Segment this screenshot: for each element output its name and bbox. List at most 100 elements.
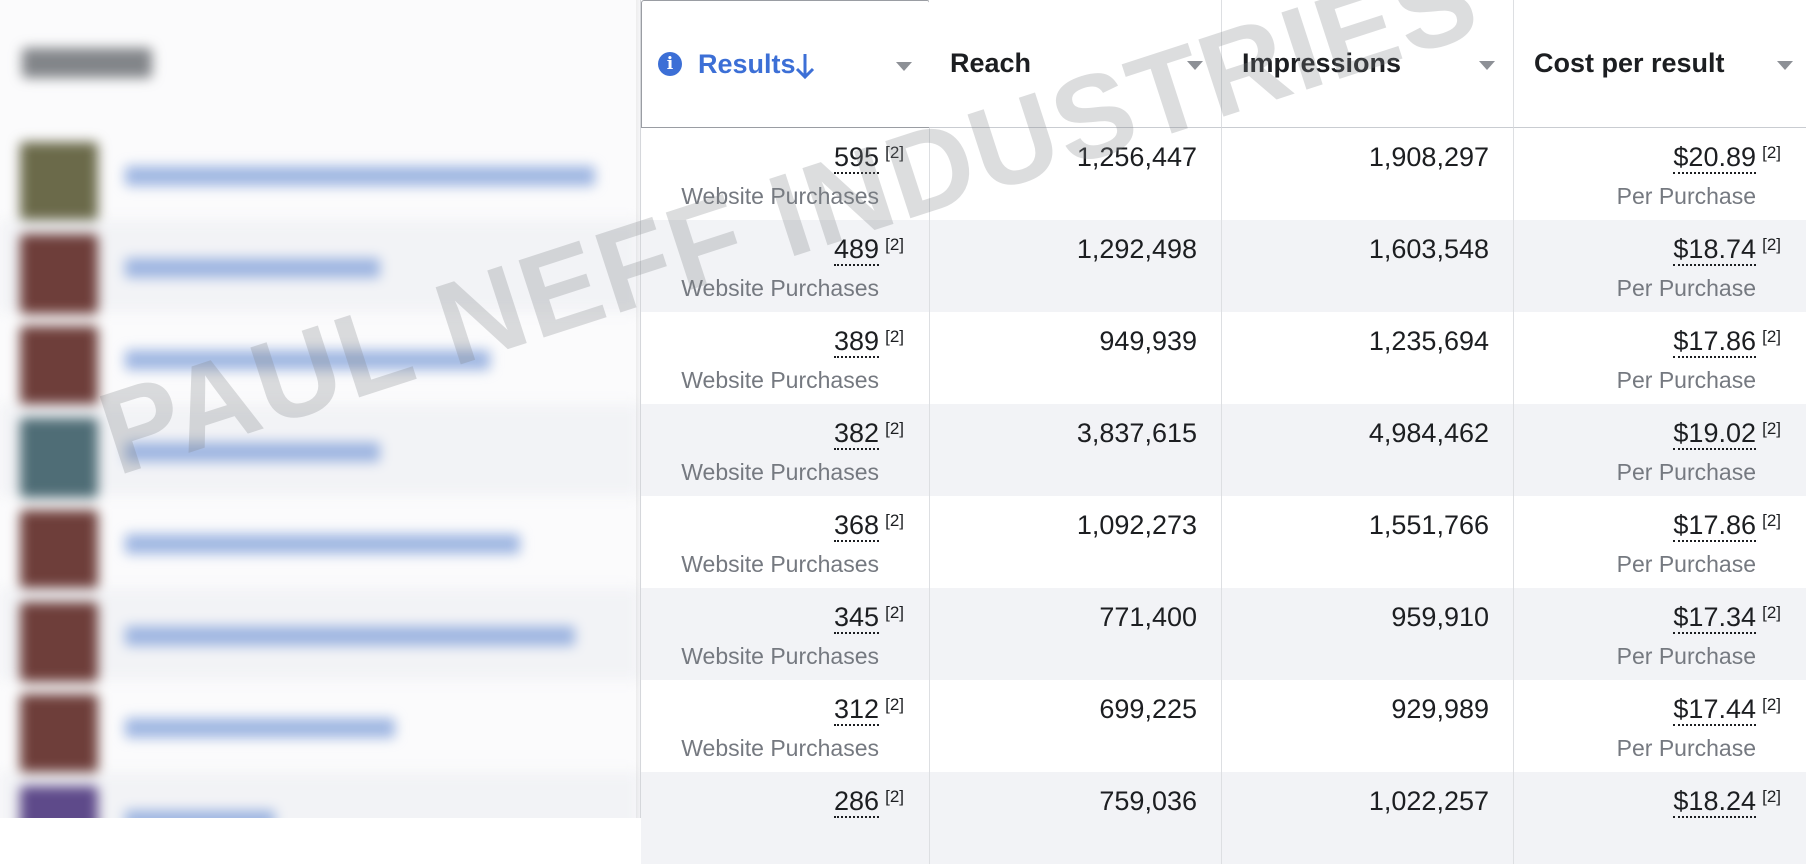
table-row[interactable]: 389 [2] Website Purchases 949,939 1,235,694 $… xyxy=(641,312,1806,404)
results-value[interactable]: 286 xyxy=(833,786,879,818)
campaign-name-link[interactable] xyxy=(125,442,380,462)
blurred-campaign-row[interactable] xyxy=(0,496,640,590)
cost-value[interactable]: $18.24 xyxy=(1673,786,1756,818)
column-header-label: Reach xyxy=(950,48,1032,78)
chevron-down-icon[interactable] xyxy=(1187,61,1203,70)
results-value[interactable]: 389 xyxy=(833,326,879,358)
footnote-marker[interactable]: [2] xyxy=(1762,511,1781,531)
cell-impressions: 1,551,766 xyxy=(1222,496,1514,588)
table-row[interactable]: 382 [2] Website Purchases 3,837,615 4,984,46… xyxy=(641,404,1806,496)
table-row[interactable]: 345 [2] Website Purchases 771,400 959,910 $17… xyxy=(641,588,1806,680)
cell-impressions: 1,235,694 xyxy=(1222,312,1514,404)
ad-thumbnail xyxy=(20,602,98,682)
campaign-name-link[interactable] xyxy=(125,258,380,278)
blurred-campaign-row[interactable] xyxy=(0,128,640,222)
results-value[interactable]: 345 xyxy=(833,602,879,634)
cell-impressions: 929,989 xyxy=(1222,680,1514,772)
column-header-cost-per-result[interactable]: Cost per result xyxy=(1514,0,1806,128)
cost-subtitle: Per Purchase xyxy=(1616,183,1756,209)
column-header-impressions[interactable]: Impressions xyxy=(1222,0,1514,128)
cost-value[interactable]: $17.86 xyxy=(1673,326,1756,358)
footnote-marker[interactable]: [2] xyxy=(885,235,904,255)
column-header-reach[interactable]: Reach xyxy=(929,0,1222,128)
table-row[interactable]: 489 [2] Website Purchases 1,292,498 1,603,54… xyxy=(641,220,1806,312)
cost-subtitle: Per Purchase xyxy=(1616,643,1756,669)
results-value[interactable]: 595 xyxy=(833,142,879,174)
campaign-name-link[interactable] xyxy=(125,718,395,738)
footnote-marker[interactable]: [2] xyxy=(885,419,904,439)
campaign-name-link[interactable] xyxy=(125,166,595,186)
footnote-marker[interactable]: [2] xyxy=(1762,419,1781,439)
results-subtitle: Website Purchases xyxy=(681,735,879,761)
impressions-value: 929,989 xyxy=(1391,694,1489,724)
cell-results: 489 [2] Website Purchases xyxy=(641,220,930,312)
blurred-campaign-row[interactable] xyxy=(0,220,640,314)
reach-value: 1,092,273 xyxy=(1076,510,1197,540)
chevron-down-icon[interactable] xyxy=(1479,61,1495,70)
reach-value: 949,939 xyxy=(1099,326,1197,356)
cell-cost: $17.34 [2] Per Purchase xyxy=(1514,588,1806,680)
blurred-campaign-row[interactable] xyxy=(0,772,640,818)
cell-impressions: 1,603,548 xyxy=(1222,220,1514,312)
cell-reach: 699,225 xyxy=(929,680,1222,772)
footnote-marker[interactable]: [2] xyxy=(885,327,904,347)
reach-value: 1,292,498 xyxy=(1076,234,1197,264)
cell-reach: 3,837,615 xyxy=(929,404,1222,496)
cell-reach: 759,036 xyxy=(929,772,1222,864)
ad-thumbnail xyxy=(20,786,98,818)
footnote-marker[interactable]: [2] xyxy=(1762,787,1781,807)
cost-value[interactable]: $17.86 xyxy=(1673,510,1756,542)
cell-cost: $17.44 [2] Per Purchase xyxy=(1514,680,1806,772)
chevron-down-icon[interactable] xyxy=(896,62,912,71)
results-subtitle: Website Purchases xyxy=(681,275,879,301)
cell-impressions: 959,910 xyxy=(1222,588,1514,680)
cost-value[interactable]: $17.34 xyxy=(1673,602,1756,634)
cost-subtitle: Per Purchase xyxy=(1616,275,1756,301)
blurred-campaign-row[interactable] xyxy=(0,404,640,498)
campaign-name-link[interactable] xyxy=(125,350,490,370)
cell-results: 286 [2] xyxy=(641,772,930,864)
cell-impressions: 1,908,297 xyxy=(1222,128,1514,220)
cost-value[interactable]: $20.89 xyxy=(1673,142,1756,174)
footnote-marker[interactable]: [2] xyxy=(885,787,904,807)
cost-value[interactable]: $19.02 xyxy=(1673,418,1756,450)
table-row[interactable]: 368 [2] Website Purchases 1,092,273 1,551,76… xyxy=(641,496,1806,588)
campaign-name-link[interactable] xyxy=(125,534,520,554)
blurred-campaign-row[interactable] xyxy=(0,680,640,774)
footnote-marker[interactable]: [2] xyxy=(885,603,904,623)
info-icon[interactable]: i xyxy=(658,52,682,76)
campaign-name-link[interactable] xyxy=(125,810,275,818)
footnote-marker[interactable]: [2] xyxy=(1762,695,1781,715)
footnote-marker[interactable]: [2] xyxy=(1762,327,1781,347)
ad-thumbnail xyxy=(20,142,98,222)
reach-value: 771,400 xyxy=(1099,602,1197,632)
results-value[interactable]: 312 xyxy=(833,694,879,726)
table-row[interactable]: 286 [2] 759,036 1,022,257 $18.24 [2] xyxy=(641,772,1806,864)
blurred-campaign-row[interactable] xyxy=(0,312,640,406)
cell-results: 389 [2] Website Purchases xyxy=(641,312,930,404)
footnote-marker[interactable]: [2] xyxy=(1762,235,1781,255)
results-subtitle: Website Purchases xyxy=(681,459,879,485)
cell-results: 595 [2] Website Purchases xyxy=(641,128,930,220)
cell-reach: 1,292,498 xyxy=(929,220,1222,312)
column-header-label: Cost per result xyxy=(1534,48,1725,78)
cost-value[interactable]: $18.74 xyxy=(1673,234,1756,266)
campaign-name-link[interactable] xyxy=(125,626,575,646)
cost-value[interactable]: $17.44 xyxy=(1673,694,1756,726)
footnote-marker[interactable]: [2] xyxy=(885,511,904,531)
column-header-results[interactable]: i Results xyxy=(641,0,930,128)
results-value[interactable]: 382 xyxy=(833,418,879,450)
table-row[interactable]: 595 [2] Website Purchases 1,256,447 1,908,29… xyxy=(641,128,1806,220)
blurred-campaign-row[interactable] xyxy=(0,588,640,682)
footnote-marker[interactable]: [2] xyxy=(1762,143,1781,163)
results-value[interactable]: 489 xyxy=(833,234,879,266)
table-row[interactable]: 312 [2] Website Purchases 699,225 929,989 $17… xyxy=(641,680,1806,772)
footnote-marker[interactable]: [2] xyxy=(1762,603,1781,623)
blurred-column-header xyxy=(22,48,152,78)
results-value[interactable]: 368 xyxy=(833,510,879,542)
footnote-marker[interactable]: [2] xyxy=(885,143,904,163)
cell-results: 382 [2] Website Purchases xyxy=(641,404,930,496)
results-subtitle: Website Purchases xyxy=(681,551,879,577)
chevron-down-icon[interactable] xyxy=(1777,61,1793,70)
footnote-marker[interactable]: [2] xyxy=(885,695,904,715)
